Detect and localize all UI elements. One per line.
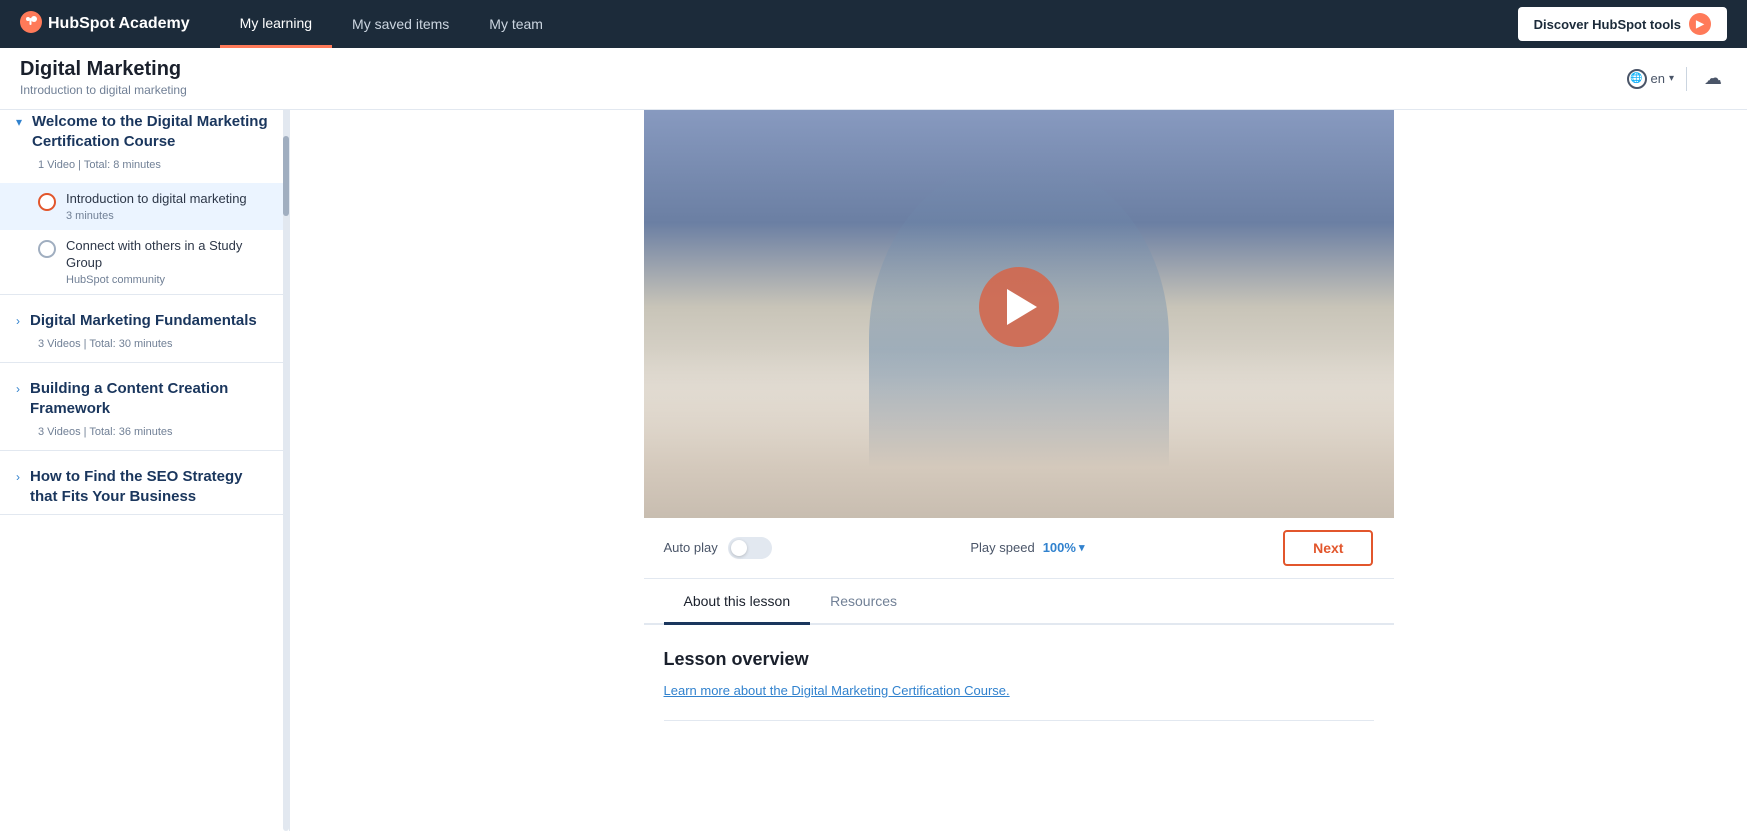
discover-play-icon: ▶ — [1689, 13, 1711, 35]
video-controls-bar: Auto play Play speed 100% ▾ Next — [644, 518, 1394, 579]
autoplay-label: Auto play — [664, 540, 718, 555]
lesson-tabs: About this lesson Resources — [644, 579, 1394, 625]
discover-btn-label: Discover HubSpot tools — [1534, 17, 1681, 32]
section-1-title: Welcome to the Digital Marketing Certifi… — [32, 112, 273, 151]
section-2-title: Digital Marketing Fundamentals — [30, 311, 257, 331]
sidebar-scrollbar-track — [283, 96, 289, 831]
section-4-header[interactable]: › How to Find the SEO Strategy that Fits… — [0, 451, 289, 514]
lesson-divider — [664, 720, 1374, 721]
section-1-meta: 1 Video | Total: 8 minutes — [0, 159, 289, 183]
page-title-block: Digital Marketing Introduction to digita… — [20, 58, 187, 99]
section-3-header[interactable]: › Building a Content Creation Framework — [0, 363, 289, 426]
lesson-overview-title: Lesson overview — [664, 649, 1374, 670]
main-content: Auto play Play speed 100% ▾ Next About t… — [290, 96, 1747, 831]
autoplay-section: Auto play — [664, 537, 772, 559]
lesson-info-study-group: Connect with others in a Study Group Hub… — [66, 238, 273, 286]
next-button[interactable]: Next — [1283, 530, 1373, 566]
lesson-title-study-group: Connect with others in a Study Group — [66, 238, 273, 272]
discover-hubspot-button[interactable]: Discover HubSpot tools ▶ — [1518, 7, 1727, 41]
lang-label: en — [1651, 71, 1665, 86]
playspeed-value[interactable]: 100% ▾ — [1043, 540, 1085, 555]
section-2-chevron-icon: › — [16, 314, 20, 328]
lesson-duration-study-group: HubSpot community — [66, 274, 273, 286]
course-section-1: ▾ Welcome to the Digital Marketing Certi… — [0, 96, 289, 295]
section-4-title: How to Find the SEO Strategy that Fits Y… — [30, 467, 273, 506]
logo-text: HubSpot Academy — [48, 15, 190, 33]
lesson-dot-study-group — [38, 240, 56, 258]
lesson-duration-intro: 3 minutes — [66, 210, 247, 222]
lesson-title-intro: Introduction to digital marketing — [66, 191, 247, 208]
nav-my-saved-items[interactable]: My saved items — [332, 0, 469, 48]
autoplay-toggle[interactable] — [728, 537, 772, 559]
lang-chevron-icon: ▾ — [1669, 73, 1674, 84]
page-title: Digital Marketing — [20, 58, 187, 81]
section-2-header[interactable]: › Digital Marketing Fundamentals — [0, 295, 289, 339]
cloud-icon[interactable]: ☁ — [1699, 65, 1727, 93]
course-section-2: › Digital Marketing Fundamentals 3 Video… — [0, 295, 289, 364]
video-section: Auto play Play speed 100% ▾ Next About t… — [644, 96, 1394, 745]
section-2-meta: 3 Videos | Total: 30 minutes — [0, 338, 289, 362]
section-3-meta: 3 Videos | Total: 36 minutes — [0, 426, 289, 450]
main-nav: My learning My saved items My team — [220, 0, 1518, 48]
playspeed-label: Play speed — [970, 540, 1034, 555]
language-selector[interactable]: 🌐 en ▾ — [1627, 69, 1675, 89]
section-3-title: Building a Content Creation Framework — [30, 379, 273, 418]
playspeed-section: Play speed 100% ▾ — [970, 540, 1084, 555]
hubspot-logo-icon — [20, 11, 42, 38]
lesson-info-intro: Introduction to digital marketing 3 minu… — [66, 191, 247, 222]
lesson-item-intro[interactable]: Introduction to digital marketing 3 minu… — [0, 183, 289, 230]
lesson-dot-intro — [38, 193, 56, 211]
main-header: HubSpot Academy My learning My saved ite… — [0, 0, 1747, 48]
page-title-bar: Digital Marketing Introduction to digita… — [0, 48, 1747, 110]
sidebar-scrollbar-thumb[interactable] — [283, 136, 289, 216]
globe-icon: 🌐 — [1627, 69, 1647, 89]
playspeed-chevron-icon: ▾ — [1079, 541, 1085, 554]
course-section-4: › How to Find the SEO Strategy that Fits… — [0, 451, 289, 515]
header-right: Discover HubSpot tools ▶ — [1518, 7, 1727, 41]
page-subtitle: Introduction to digital marketing — [20, 83, 187, 97]
tab-resources[interactable]: Resources — [810, 579, 917, 623]
header-divider — [1686, 67, 1687, 91]
lesson-overview-link[interactable]: Learn more about the Digital Marketing C… — [664, 683, 1010, 698]
nav-my-learning[interactable]: My learning — [220, 0, 332, 48]
play-button[interactable] — [979, 267, 1059, 347]
page-title-right: 🌐 en ▾ ☁ — [1627, 65, 1728, 93]
lesson-item-study-group[interactable]: Connect with others in a Study Group Hub… — [0, 230, 289, 294]
course-sidebar: ▾ Welcome to the Digital Marketing Certi… — [0, 96, 290, 831]
course-section-3: › Building a Content Creation Framework … — [0, 363, 289, 451]
lesson-content: Lesson overview Learn more about the Dig… — [644, 625, 1394, 745]
video-player[interactable] — [644, 96, 1394, 518]
tab-about-lesson[interactable]: About this lesson — [664, 579, 811, 623]
main-layout: ▾ Welcome to the Digital Marketing Certi… — [0, 96, 1747, 831]
section-3-chevron-icon: › — [16, 382, 20, 396]
section-1-chevron-icon: ▾ — [16, 115, 22, 129]
logo[interactable]: HubSpot Academy — [20, 11, 190, 38]
nav-my-team[interactable]: My team — [469, 0, 563, 48]
section-4-chevron-icon: › — [16, 470, 20, 484]
